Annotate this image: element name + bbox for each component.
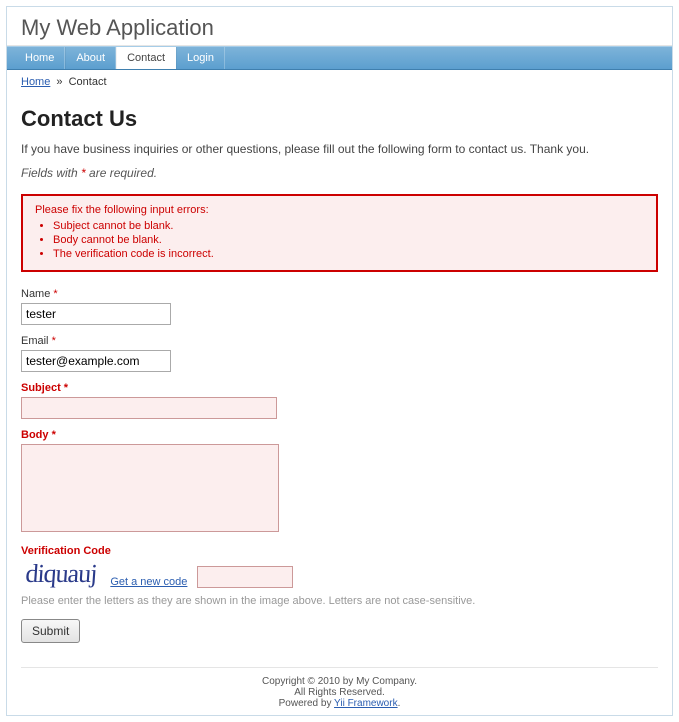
input-name[interactable] [21, 303, 171, 325]
field-subject: Subject * [21, 382, 658, 419]
input-email[interactable] [21, 350, 171, 372]
nav-about[interactable]: About [65, 47, 116, 69]
error-item: Body cannot be blank. [53, 234, 646, 246]
error-summary: Please fix the following input errors: S… [21, 194, 658, 272]
field-name: Name * [21, 288, 658, 325]
footer-powered: Powered by Yii Framework. [21, 698, 658, 709]
input-body[interactable] [21, 444, 279, 532]
error-summary-heading: Please fix the following input errors: [35, 204, 646, 216]
label-body: Body * [21, 429, 658, 441]
field-email: Email * [21, 335, 658, 372]
content: Contact Us If you have business inquirie… [7, 94, 672, 667]
field-verification: Verification Code diquauj Get a new code… [21, 545, 658, 609]
captcha-refresh-link[interactable]: Get a new code [110, 576, 187, 588]
verification-hint: Please enter the letters as they are sho… [21, 594, 658, 609]
footer-copyright: Copyright © 2010 by My Company. [21, 676, 658, 687]
form-actions [21, 619, 658, 643]
header: My Web Application [7, 7, 672, 46]
breadcrumb-separator: » [56, 76, 62, 88]
app-title: My Web Application [21, 15, 658, 41]
submit-button[interactable] [21, 619, 80, 643]
footer-framework-link[interactable]: Yii Framework [334, 698, 398, 709]
input-verification[interactable] [197, 566, 293, 588]
nav-login[interactable]: Login [176, 47, 225, 69]
footer: Copyright © 2010 by My Company. All Righ… [21, 667, 658, 715]
label-name: Name * [21, 288, 658, 300]
label-subject: Subject * [21, 382, 658, 394]
page-intro: If you have business inquiries or other … [21, 142, 658, 156]
field-body: Body * [21, 429, 658, 535]
breadcrumb: Home » Contact [7, 70, 672, 94]
label-email: Email * [21, 335, 658, 347]
input-subject[interactable] [21, 397, 277, 419]
error-item: The verification code is incorrect. [53, 248, 646, 260]
app-window: My Web Application Home About Contact Lo… [6, 6, 673, 716]
main-menu: Home About Contact Login [7, 46, 672, 70]
captcha-image[interactable]: diquauj [20, 560, 102, 588]
nav-home[interactable]: Home [15, 47, 65, 69]
nav-contact[interactable]: Contact [116, 47, 176, 69]
required-note: Fields with * are required. [21, 166, 658, 180]
error-item: Subject cannot be blank. [53, 220, 646, 232]
breadcrumb-home[interactable]: Home [21, 76, 50, 88]
page-title: Contact Us [21, 106, 658, 132]
label-verification: Verification Code [21, 545, 658, 557]
footer-rights: All Rights Reserved. [21, 687, 658, 698]
breadcrumb-current: Contact [69, 76, 107, 88]
